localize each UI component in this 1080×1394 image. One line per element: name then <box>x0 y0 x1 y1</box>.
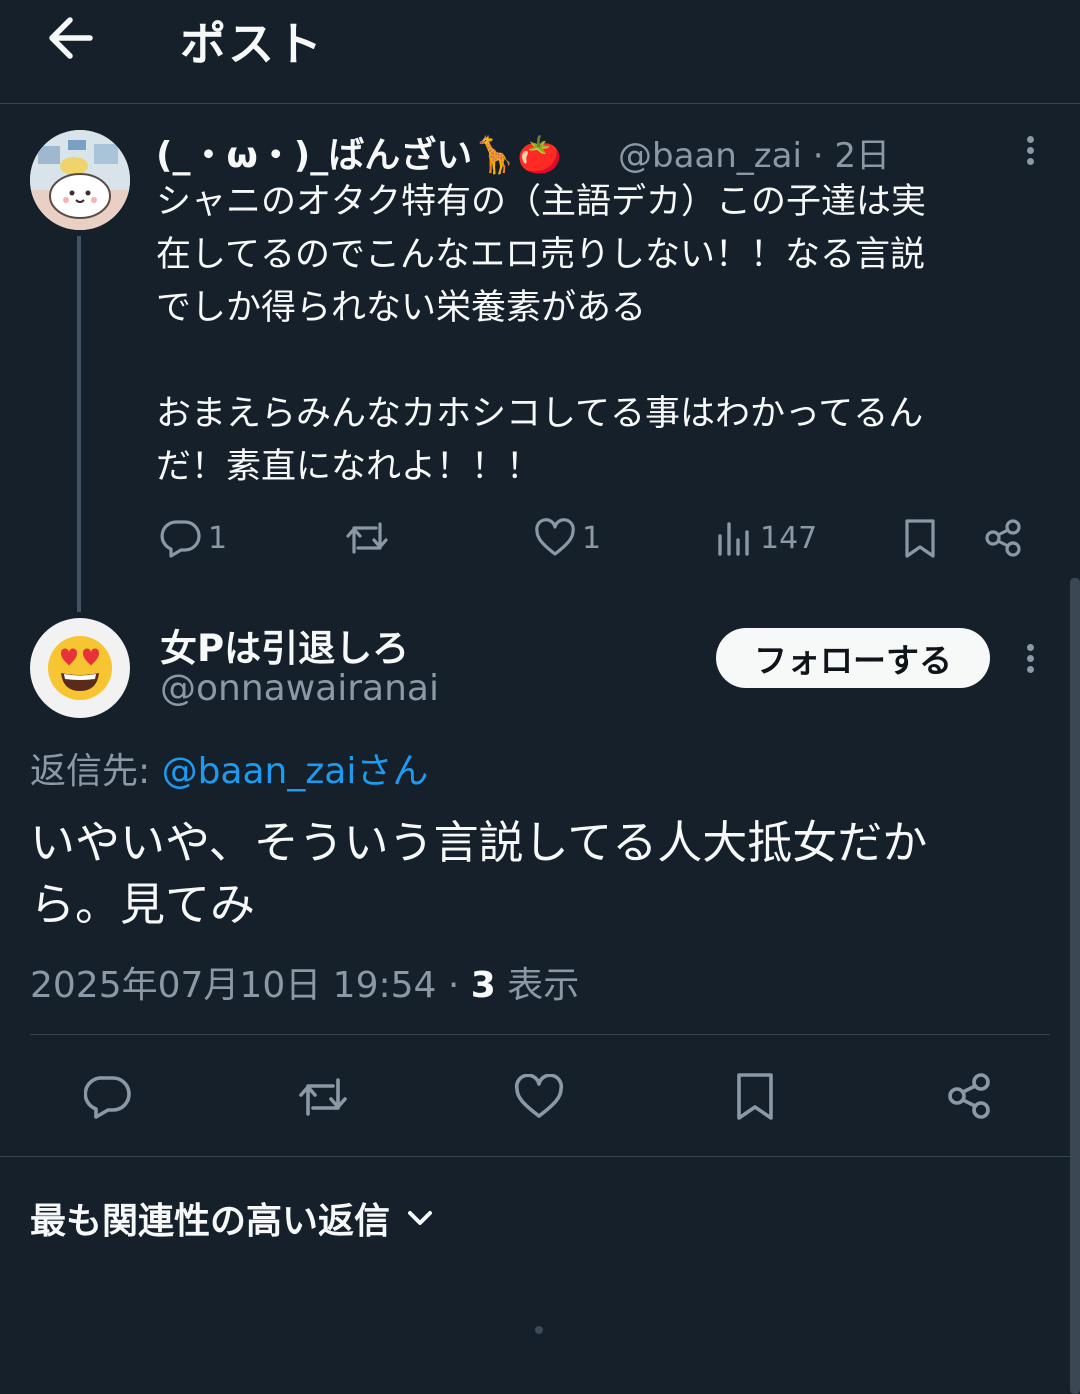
views-count[interactable]: 3 <box>471 965 496 1006</box>
like-count: 1 <box>582 520 602 556</box>
post-text: シャニのオタク特有の（主語デカ）この子達は実 在してるのでこんなエロ売りしない！… <box>156 182 927 487</box>
display-name[interactable]: 女Pは引退しろ <box>160 618 409 672</box>
thread-line <box>77 236 81 612</box>
repost-button[interactable] <box>296 1074 350 1120</box>
replies-sort-label: 最も関連性の高い返信 <box>30 1201 391 1242</box>
reply-icon <box>160 520 201 558</box>
like-button[interactable]: 1 <box>534 518 601 558</box>
like-button[interactable] <box>514 1074 564 1120</box>
divider <box>30 1034 1050 1035</box>
handle-and-time[interactable]: @baan_zai · 2日 <box>618 128 890 177</box>
follow-button[interactable]: フォローする <box>716 628 990 688</box>
like-icon <box>535 518 575 556</box>
post-meta: 2025年07月10日 19:54 · 3 表示 <box>30 956 579 1008</box>
scrollbar[interactable] <box>1070 578 1080 1394</box>
reply-to-link[interactable]: @baan_zaiさん <box>162 751 429 792</box>
bookmark-button[interactable] <box>734 1072 776 1122</box>
repost-button[interactable] <box>344 518 390 558</box>
bookmark-icon <box>905 519 935 558</box>
chevron-down-icon <box>408 1211 433 1225</box>
back-arrow-icon[interactable] <box>44 12 100 64</box>
bookmark-button[interactable] <box>902 518 938 560</box>
avatar[interactable] <box>30 618 130 718</box>
page-title: ポスト <box>180 17 324 71</box>
reply-button[interactable] <box>84 1074 132 1120</box>
repost-icon <box>299 1078 347 1116</box>
views-icon <box>718 522 749 556</box>
reply-to-line: 返信先: @baan_zaiさん <box>30 742 428 794</box>
share-icon <box>985 519 1021 557</box>
divider <box>0 1156 1080 1157</box>
reply-icon <box>84 1076 131 1119</box>
views-button[interactable]: 147 <box>716 518 817 558</box>
share-icon <box>948 1073 990 1119</box>
view-count: 147 <box>760 520 818 556</box>
bookmark-icon <box>737 1073 773 1120</box>
timestamp[interactable]: 2025年07月10日 19:54 · <box>30 965 471 1006</box>
loading-indicator <box>535 1326 543 1334</box>
more-icon[interactable] <box>1018 640 1042 680</box>
replies-sort-dropdown[interactable]: 最も関連性の高い返信 <box>30 1192 434 1244</box>
share-button[interactable] <box>946 1072 994 1120</box>
reply-to-prefix: 返信先: <box>30 751 162 792</box>
reply-button[interactable]: 1 <box>160 518 227 558</box>
repost-icon <box>346 522 388 554</box>
share-button[interactable] <box>984 518 1024 558</box>
top-bar: ポスト <box>0 0 1080 104</box>
display-name[interactable]: (_・ω・)_ばんざい🦒🍅 <box>156 126 562 178</box>
reply-count: 1 <box>208 520 228 556</box>
post-text: いやいや、そういう言説してる人大抵女だか ら。見てみ <box>30 816 928 931</box>
handle[interactable]: @onnawairanai <box>160 668 439 709</box>
views-label: 表示 <box>495 965 580 1006</box>
more-icon[interactable] <box>1018 132 1042 172</box>
like-icon <box>514 1074 564 1118</box>
avatar[interactable] <box>30 130 130 230</box>
